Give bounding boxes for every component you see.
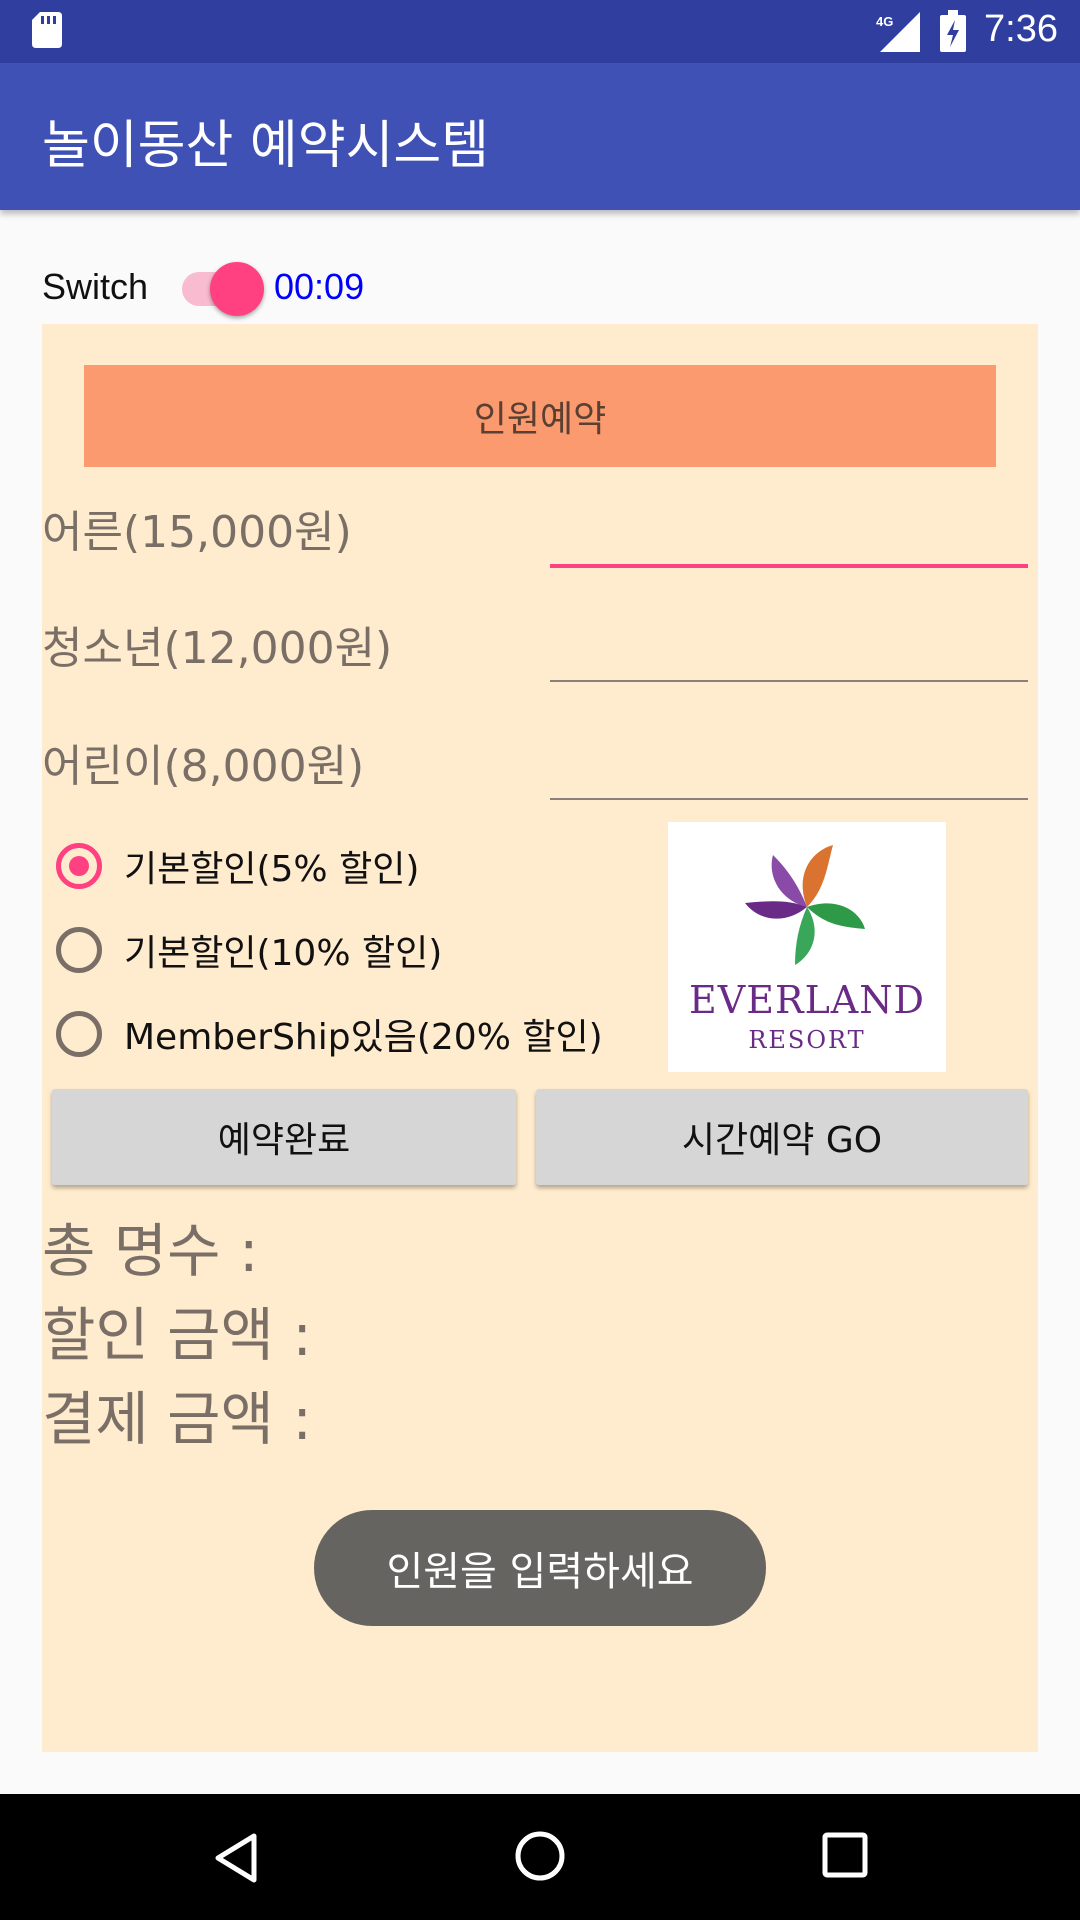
discount-radio-10[interactable]: 기본할인(10% 할인) (56, 924, 442, 976)
logo-title: EVERLAND (689, 978, 925, 1022)
discount-radio-5-label: 기본할인(5% 할인) (124, 849, 420, 890)
toast-text: 인원을 입력하세요 (386, 1549, 694, 1595)
network-type-label: 4G (876, 14, 893, 29)
radio-checked-icon[interactable] (56, 843, 102, 889)
reservation-complete-label: 예약완료 (217, 1120, 351, 1161)
app-bar: 놀이동산 예약시스템 (0, 63, 1080, 210)
reservation-header-button[interactable]: 인원예약 (84, 365, 996, 467)
signal-icon: 4G (876, 12, 920, 52)
toast-message: 인원을 입력하세요 (314, 1510, 766, 1626)
switch-label: Switch (42, 266, 149, 307)
logo-subtitle: RESORT (748, 1026, 866, 1054)
sd-card-icon (32, 12, 62, 48)
radio-unchecked-icon[interactable] (56, 927, 102, 973)
status-time: 7:36 (984, 8, 1058, 50)
flower-logo-icon (745, 845, 865, 965)
home-icon[interactable] (514, 1830, 566, 1882)
membership-radio-20-label: MemberShip있음(20% 할인) (124, 1017, 603, 1058)
chronometer: 00:09 (274, 266, 365, 307)
back-icon[interactable] (212, 1832, 260, 1884)
time-reservation-go-label: 시간예약 GO (681, 1120, 883, 1161)
teen-count-input[interactable] (550, 616, 1032, 668)
adult-label: 어른(15,000원) (42, 507, 352, 558)
payment-amount-text: 결제 금액 : (42, 1385, 312, 1453)
discount-radio-10-label: 기본할인(10% 할인) (124, 933, 443, 974)
reservation-panel: 인원예약 어른(15,000원) 청소년(12,000원) 어린이(8,000원… (42, 324, 1038, 1752)
everland-logo: EVERLAND RESORT (668, 822, 946, 1072)
adult-count-input[interactable] (550, 500, 1032, 552)
navigation-bar (0, 1794, 1080, 1920)
discount-radio-5[interactable]: 기본할인(5% 할인) (56, 840, 419, 892)
child-input-underline (550, 798, 1028, 800)
discount-amount-text: 할인 금액 : (42, 1301, 312, 1369)
reservation-complete-button[interactable]: 예약완료 (52, 1089, 516, 1185)
child-label: 어린이(8,000원) (42, 741, 365, 792)
recents-icon[interactable] (822, 1832, 868, 1878)
time-reservation-go-button[interactable]: 시간예약 GO (536, 1089, 1028, 1185)
reservation-header-label: 인원예약 (473, 399, 607, 440)
switch-thumb[interactable] (210, 262, 264, 316)
radio-unchecked-icon[interactable] (56, 1011, 102, 1057)
battery-charging-icon (940, 10, 966, 52)
total-people-text: 총 명수 : (42, 1217, 259, 1285)
teen-label: 청소년(12,000원) (42, 623, 393, 674)
status-bar: 4G 7:36 (0, 0, 1080, 63)
app-title: 놀이동산 예약시스템 (42, 116, 490, 176)
teen-input-underline (550, 680, 1028, 682)
adult-input-underline (550, 564, 1028, 568)
child-count-input[interactable] (550, 734, 1032, 786)
membership-radio-20[interactable]: MemberShip있음(20% 할인) (56, 1008, 603, 1060)
